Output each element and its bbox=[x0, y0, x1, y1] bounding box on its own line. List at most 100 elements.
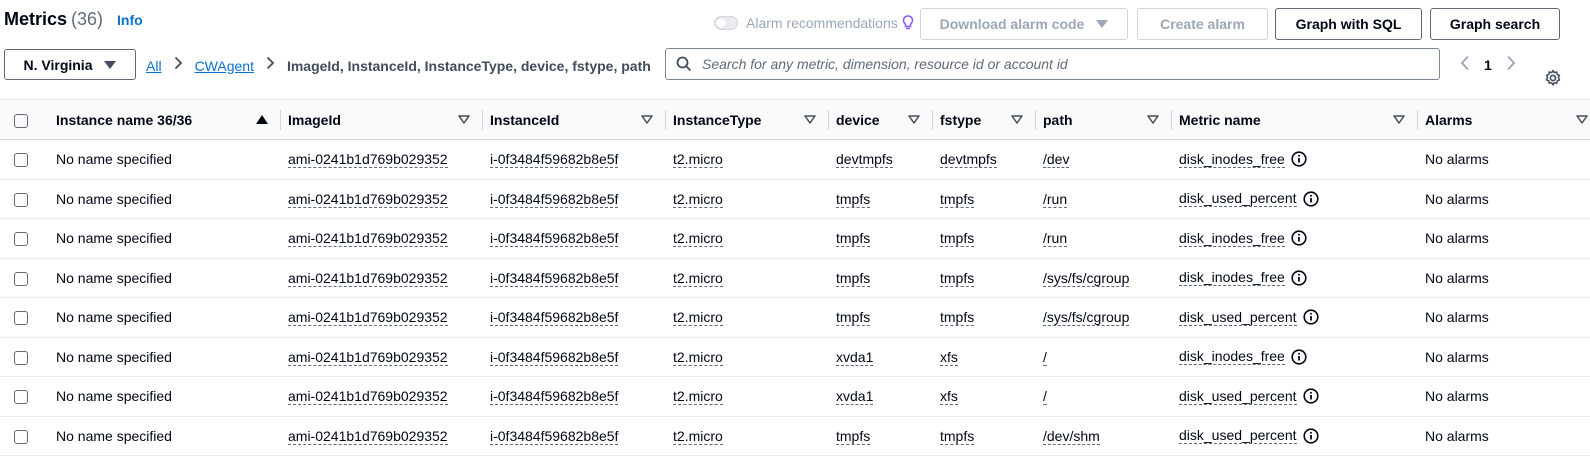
column-divider[interactable] bbox=[932, 110, 933, 130]
row-checkbox[interactable] bbox=[14, 153, 28, 168]
device[interactable]: xvda1 bbox=[836, 388, 874, 406]
table-row[interactable]: No name specified ami-0241b1d769b029352 … bbox=[0, 337, 1590, 377]
row-checkbox[interactable] bbox=[14, 429, 28, 444]
table-row[interactable]: No name specified ami-0241b1d769b029352 … bbox=[0, 219, 1590, 258]
row-checkbox[interactable] bbox=[14, 350, 28, 365]
graph-with-sql-button[interactable]: Graph with SQL bbox=[1275, 8, 1422, 40]
fstype[interactable]: tmpfs bbox=[940, 269, 975, 287]
row-checkbox[interactable] bbox=[14, 192, 28, 207]
instance-id[interactable]: i-0f3484f59682b8e5f bbox=[490, 427, 619, 445]
device[interactable]: tmpfs bbox=[836, 230, 871, 248]
path[interactable]: / bbox=[1043, 388, 1047, 406]
metric-name[interactable]: disk_used_percent bbox=[1179, 388, 1297, 405]
search-input[interactable] bbox=[702, 56, 1402, 72]
column-header-instance-name[interactable]: Instance name 36/36 bbox=[48, 100, 280, 140]
column-divider[interactable] bbox=[1171, 110, 1172, 130]
fstype[interactable]: tmpfs bbox=[940, 309, 975, 327]
gear-icon[interactable] bbox=[1544, 69, 1562, 90]
device[interactable]: tmpfs bbox=[836, 190, 871, 208]
next-page-icon[interactable] bbox=[1506, 55, 1516, 74]
image-id[interactable]: ami-0241b1d769b029352 bbox=[288, 309, 448, 327]
instance-id[interactable]: i-0f3484f59682b8e5f bbox=[490, 309, 619, 327]
instance-type[interactable]: t2.micro bbox=[673, 388, 723, 406]
device[interactable]: xvda1 bbox=[836, 348, 874, 366]
column-divider[interactable] bbox=[828, 110, 829, 130]
table-row[interactable]: No name specified ami-0241b1d769b029352 … bbox=[0, 377, 1590, 416]
metric-name[interactable]: disk_inodes_free bbox=[1179, 348, 1285, 366]
path[interactable]: /dev/shm bbox=[1043, 427, 1100, 445]
image-id[interactable]: ami-0241b1d769b029352 bbox=[288, 427, 448, 445]
alarm-recommendations-toggle[interactable] bbox=[714, 16, 738, 30]
path[interactable]: /dev bbox=[1043, 151, 1070, 169]
row-checkbox[interactable] bbox=[14, 271, 28, 286]
fstype[interactable]: devtmpfs bbox=[940, 151, 997, 169]
column-header-instance-id[interactable]: InstanceId bbox=[482, 100, 665, 140]
column-header-path[interactable]: path bbox=[1035, 100, 1171, 140]
region-selector[interactable]: N. Virginia bbox=[4, 49, 136, 80]
instance-id[interactable]: i-0f3484f59682b8e5f bbox=[490, 269, 619, 287]
instance-id[interactable]: i-0f3484f59682b8e5f bbox=[490, 230, 619, 248]
image-id[interactable]: ami-0241b1d769b029352 bbox=[288, 269, 448, 287]
instance-type[interactable]: t2.micro bbox=[673, 427, 723, 445]
table-row[interactable]: No name specified ami-0241b1d769b029352 … bbox=[0, 140, 1590, 179]
metric-name[interactable]: disk_inodes_free bbox=[1179, 230, 1285, 247]
info-icon[interactable] bbox=[1291, 230, 1307, 246]
info-icon[interactable] bbox=[1291, 151, 1307, 167]
column-header-fstype[interactable]: fstype bbox=[932, 100, 1035, 140]
column-header-instance-type[interactable]: InstanceType bbox=[665, 100, 828, 140]
device[interactable]: devtmpfs bbox=[836, 151, 893, 169]
instance-id[interactable]: i-0f3484f59682b8e5f bbox=[490, 388, 619, 406]
row-checkbox[interactable] bbox=[14, 311, 28, 326]
device[interactable]: tmpfs bbox=[836, 269, 871, 287]
path[interactable]: / bbox=[1043, 348, 1047, 366]
table-row[interactable]: No name specified ami-0241b1d769b029352 … bbox=[0, 416, 1590, 456]
instance-id[interactable]: i-0f3484f59682b8e5f bbox=[490, 151, 619, 169]
row-checkbox[interactable] bbox=[14, 390, 28, 405]
instance-type[interactable]: t2.micro bbox=[673, 151, 723, 169]
column-divider[interactable] bbox=[280, 110, 281, 130]
fstype[interactable]: xfs bbox=[940, 388, 958, 406]
instance-type[interactable]: t2.micro bbox=[673, 348, 723, 366]
instance-type[interactable]: t2.micro bbox=[673, 309, 723, 327]
instance-id[interactable]: i-0f3484f59682b8e5f bbox=[490, 348, 619, 366]
device[interactable]: tmpfs bbox=[836, 427, 871, 445]
graph-search-button[interactable]: Graph search bbox=[1430, 8, 1560, 40]
column-divider[interactable] bbox=[1035, 110, 1036, 130]
fstype[interactable]: tmpfs bbox=[940, 230, 975, 248]
info-icon[interactable] bbox=[1302, 428, 1319, 444]
breadcrumb-namespace-link[interactable]: CWAgent bbox=[195, 58, 254, 74]
info-icon[interactable] bbox=[1302, 309, 1319, 325]
row-checkbox[interactable] bbox=[14, 232, 28, 247]
path[interactable]: /sys/fs/cgroup bbox=[1043, 309, 1130, 327]
breadcrumb-all-link[interactable]: All bbox=[146, 58, 162, 74]
info-icon[interactable] bbox=[1302, 191, 1319, 207]
image-id[interactable]: ami-0241b1d769b029352 bbox=[288, 151, 448, 169]
image-id[interactable]: ami-0241b1d769b029352 bbox=[288, 190, 448, 208]
metric-name[interactable]: disk_inodes_free bbox=[1179, 269, 1285, 287]
column-header-alarms[interactable]: Alarms bbox=[1417, 100, 1590, 140]
instance-type[interactable]: t2.micro bbox=[673, 190, 723, 208]
info-icon[interactable] bbox=[1291, 270, 1307, 286]
metric-name[interactable]: disk_used_percent bbox=[1179, 309, 1297, 326]
image-id[interactable]: ami-0241b1d769b029352 bbox=[288, 348, 448, 366]
path[interactable]: /run bbox=[1043, 190, 1068, 208]
path[interactable]: /run bbox=[1043, 230, 1068, 248]
info-icon[interactable] bbox=[1291, 349, 1307, 365]
column-header-image-id[interactable]: ImageId bbox=[280, 100, 482, 140]
table-row[interactable]: No name specified ami-0241b1d769b029352 … bbox=[0, 298, 1590, 337]
column-divider[interactable] bbox=[482, 110, 483, 130]
image-id[interactable]: ami-0241b1d769b029352 bbox=[288, 230, 448, 248]
metric-name[interactable]: disk_used_percent bbox=[1179, 190, 1297, 208]
column-header-device[interactable]: device bbox=[828, 100, 932, 140]
instance-id[interactable]: i-0f3484f59682b8e5f bbox=[490, 190, 619, 208]
table-row[interactable]: No name specified ami-0241b1d769b029352 … bbox=[0, 258, 1590, 298]
previous-page-icon[interactable] bbox=[1460, 55, 1470, 74]
column-header-metric-name[interactable]: Metric name bbox=[1171, 100, 1417, 140]
create-alarm-button[interactable]: Create alarm bbox=[1137, 8, 1268, 40]
column-divider[interactable] bbox=[665, 110, 666, 130]
info-link[interactable]: Info bbox=[117, 12, 143, 28]
table-row[interactable]: No name specified ami-0241b1d769b029352 … bbox=[0, 179, 1590, 219]
info-icon[interactable] bbox=[1302, 388, 1319, 404]
instance-type[interactable]: t2.micro bbox=[673, 230, 723, 248]
download-alarm-code-button[interactable]: Download alarm code bbox=[920, 8, 1128, 40]
